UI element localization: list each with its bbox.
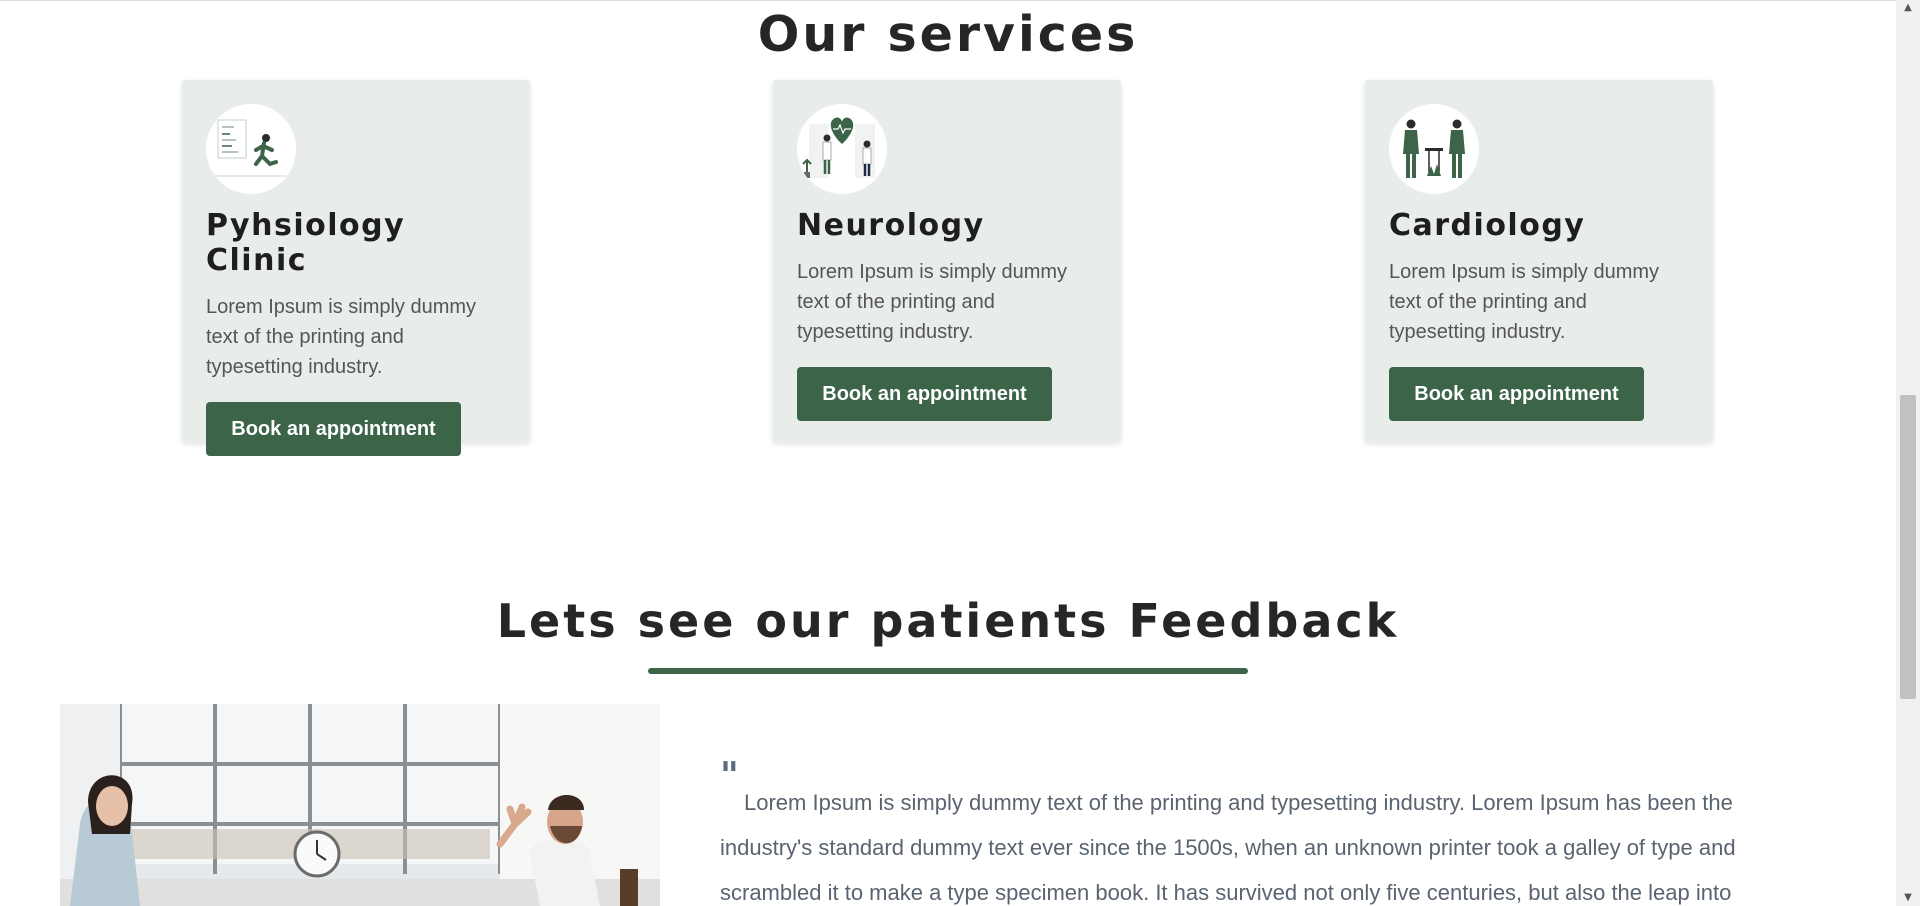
feedback-heading: Lets see our patients Feedback bbox=[496, 594, 1400, 648]
service-description: Lorem Ipsum is simply dummy text of the … bbox=[206, 296, 477, 378]
service-title: Cardiology bbox=[1389, 208, 1586, 243]
book-appointment-button[interactable]: Book an appointment bbox=[797, 367, 1052, 421]
service-title: Pyhsiology Clinic bbox=[206, 208, 406, 278]
feedback-photo bbox=[60, 704, 660, 906]
service-card-cardiology: Cardiology Lorem Ipsum is simply dummy t… bbox=[1365, 80, 1713, 442]
service-description: Lorem Ipsum is simply dummy text of the … bbox=[797, 261, 1068, 343]
book-appointment-button[interactable]: Book an appointment bbox=[1389, 367, 1644, 421]
service-card-neurology: Neurology Lorem Ipsum is simply dummy te… bbox=[773, 80, 1121, 442]
scroll-up-icon[interactable]: ▲ bbox=[1902, 2, 1914, 14]
services-heading: Our services bbox=[757, 6, 1139, 63]
physiology-runner-icon bbox=[206, 104, 296, 194]
service-title: Neurology bbox=[797, 208, 985, 243]
scroll-thumb[interactable] bbox=[1900, 395, 1916, 699]
neurology-doctors-heart-icon bbox=[797, 104, 887, 194]
feedback-quote: Lorem Ipsum is simply dummy text of the … bbox=[720, 790, 1736, 905]
cardiology-nurses-icon bbox=[1389, 104, 1479, 194]
book-appointment-button[interactable]: Book an appointment bbox=[206, 402, 461, 456]
scroll-down-icon[interactable]: ▼ bbox=[1902, 892, 1914, 904]
service-card-physiology: Pyhsiology Clinic Lorem Ipsum is simply … bbox=[182, 80, 530, 456]
heading-underline bbox=[648, 668, 1248, 674]
service-description: Lorem Ipsum is simply dummy text of the … bbox=[1389, 261, 1660, 343]
vertical-scrollbar[interactable]: ▲ ▼ bbox=[1896, 0, 1920, 906]
